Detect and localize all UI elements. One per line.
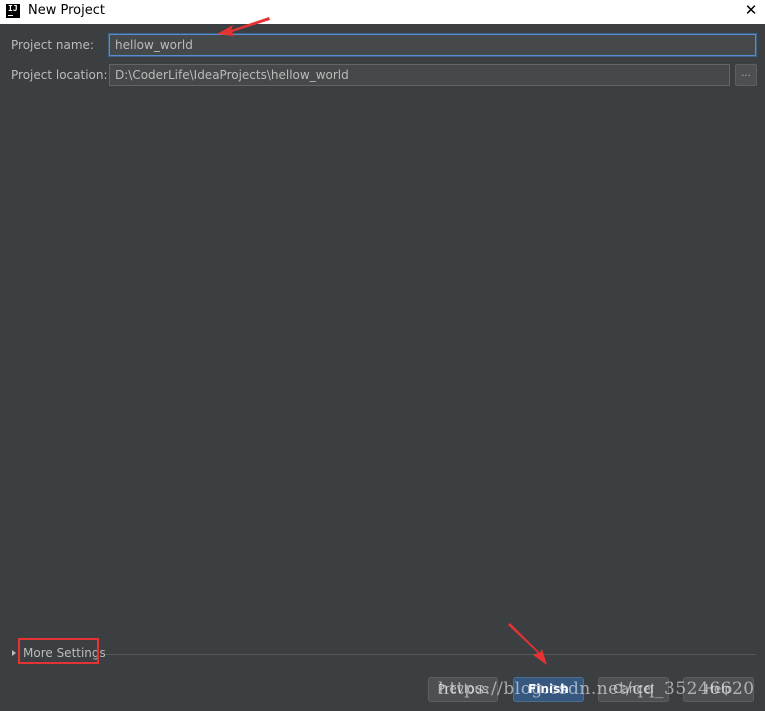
- project-name-label: Project name:: [11, 38, 94, 52]
- previous-button[interactable]: Previous: [428, 677, 498, 702]
- help-button[interactable]: Help: [683, 677, 754, 702]
- close-icon[interactable]: ✕: [741, 1, 761, 21]
- annotation-highlight-box: [18, 638, 99, 664]
- finish-button[interactable]: Finish: [513, 677, 584, 702]
- project-location-label: Project location:: [11, 68, 108, 82]
- title-bar: IJ New Project ✕: [0, 0, 765, 24]
- annotation-arrow-icon: [508, 623, 547, 665]
- expand-triangle-icon: [12, 650, 16, 656]
- separator-line: [106, 654, 756, 655]
- intellij-logo-icon: IJ: [6, 4, 20, 18]
- project-location-input[interactable]: [109, 64, 730, 86]
- cancel-button[interactable]: Cancel: [598, 677, 669, 702]
- window-title: New Project: [28, 3, 105, 18]
- browse-button[interactable]: ...: [735, 64, 757, 86]
- project-name-input[interactable]: [109, 34, 756, 56]
